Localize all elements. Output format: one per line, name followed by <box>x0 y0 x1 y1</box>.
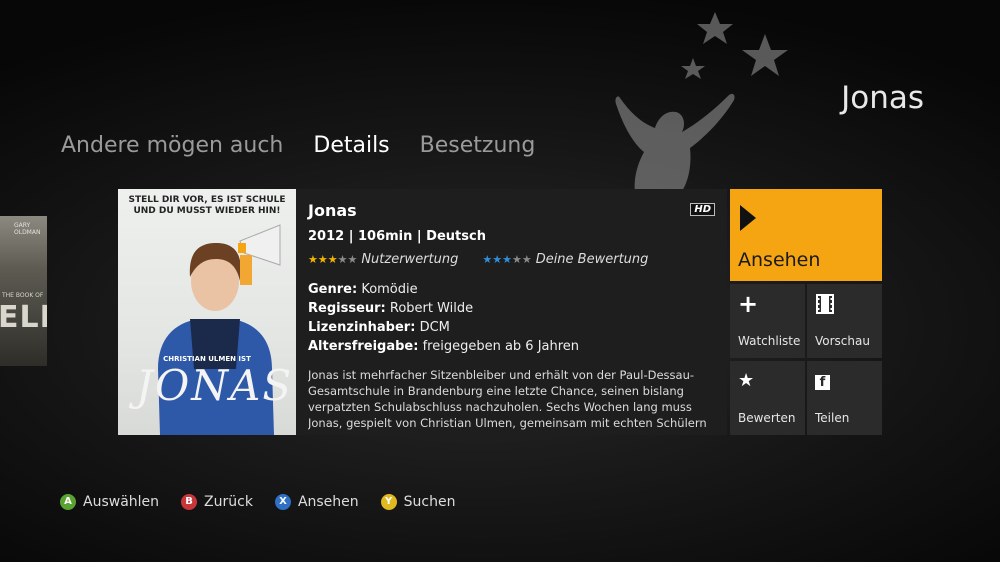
hint-back-label: Zurück <box>204 494 253 510</box>
hint-search[interactable]: Y Suchen <box>380 494 456 510</box>
director-label: Regisseur: <box>308 301 386 316</box>
movie-title: Jonas <box>308 201 357 220</box>
own-rating-stars: ★★★★★ <box>482 253 532 266</box>
watch-button-label: Ansehen <box>738 249 821 271</box>
page-title: Jonas <box>841 80 924 116</box>
neighbor-poster-title: ELI <box>0 300 47 335</box>
hint-watch[interactable]: X Ansehen <box>274 494 359 510</box>
star-icon: ★ <box>738 370 755 391</box>
preview-button[interactable]: Vorschau <box>807 284 882 358</box>
star-decoration <box>681 58 705 79</box>
tab-similar[interactable]: Andere mögen auch <box>61 133 283 158</box>
director-value: Robert Wilde <box>389 301 474 316</box>
user-rating-stars: ★★★★★ <box>308 253 358 266</box>
preview-button-label: Vorschau <box>815 334 870 348</box>
tab-details[interactable]: Details <box>313 133 389 158</box>
own-rating-label: Deine Bewertung <box>535 252 649 267</box>
star-decoration <box>697 12 733 44</box>
poster-headline: STELL DIR VOR, ES IST SCHULE UND DU MUSS… <box>128 195 286 216</box>
age-rating-value: freigegeben ab 6 Jahren <box>422 339 580 354</box>
watch-button[interactable]: Ansehen <box>730 189 882 281</box>
licensor-field: Lizenzinhaber: DCM <box>308 318 718 337</box>
play-icon <box>740 205 756 231</box>
age-rating-field: Altersfreigabe: freigegeben ab 6 Jahren <box>308 337 718 356</box>
watchlist-button[interactable]: + Watchliste <box>730 284 805 358</box>
facebook-icon: f <box>815 371 830 391</box>
tab-cast[interactable]: Besetzung <box>420 133 536 158</box>
watchlist-button-label: Watchliste <box>738 334 801 348</box>
share-button-label: Teilen <box>815 411 850 425</box>
movie-info: Jonas 2012 | 106min | Deutsch ★★★★★ Nutze… <box>308 199 718 431</box>
movie-description: Jonas ist mehrfacher Sitzenbleiber und e… <box>308 368 707 430</box>
licensor-label: Lizenzinhaber: <box>308 320 416 335</box>
ratings-row: ★★★★★ Nutzerwertung ★★★★★ Deine Bewertung <box>308 252 718 267</box>
b-button-icon: B <box>181 494 198 510</box>
genre-value: Komödie <box>361 282 418 297</box>
plus-icon: + <box>738 290 759 318</box>
star-decoration <box>742 34 788 76</box>
licensor-value: DCM <box>419 320 450 335</box>
a-button-icon: A <box>60 494 76 510</box>
hint-watch-label: Ansehen <box>297 494 359 510</box>
share-button[interactable]: f Teilen <box>807 361 882 435</box>
details-panel: STELL DIR VOR, ES IST SCHULE UND DU MUSS… <box>118 189 727 435</box>
own-rating[interactable]: ★★★★★ Deine Bewertung <box>482 252 648 267</box>
x-button-icon: X <box>274 494 291 510</box>
age-rating-label: Altersfreigabe: <box>308 339 419 354</box>
y-button-icon: Y <box>380 494 397 510</box>
hint-select-label: Auswählen <box>83 494 160 510</box>
user-rating: ★★★★★ Nutzerwertung <box>308 252 458 267</box>
controller-hints: A Auswählen B Zurück X Ansehen Y Suchen <box>60 494 455 510</box>
neighbor-poster-actor: GARY OLDMAN <box>14 222 41 236</box>
genre-label: Genre: <box>308 282 358 297</box>
movie-poster: STELL DIR VOR, ES IST SCHULE UND DU MUSS… <box>118 189 296 435</box>
user-rating-label: Nutzerwertung <box>361 252 459 267</box>
movie-meta: 2012 | 106min | Deutsch <box>308 229 486 244</box>
director-field: Regisseur: Robert Wilde <box>308 299 718 318</box>
hint-search-label: Suchen <box>403 494 456 510</box>
rate-button[interactable]: ★ Bewerten <box>730 361 805 435</box>
neighbor-poster-subtitle: THE BOOK OF <box>2 292 44 299</box>
poster-title: JONAS <box>136 361 294 410</box>
rate-button-label: Bewerten <box>738 411 796 425</box>
previous-item-poster[interactable]: GARY OLDMAN THE BOOK OF ELI <box>0 216 47 366</box>
tab-bar: Andere mögen auch Details Besetzung <box>61 133 535 158</box>
genre-field: Genre: Komödie <box>308 280 718 299</box>
hint-back[interactable]: B Zurück <box>181 494 253 510</box>
hint-select[interactable]: A Auswählen <box>60 494 159 510</box>
film-strip-icon <box>815 294 835 319</box>
